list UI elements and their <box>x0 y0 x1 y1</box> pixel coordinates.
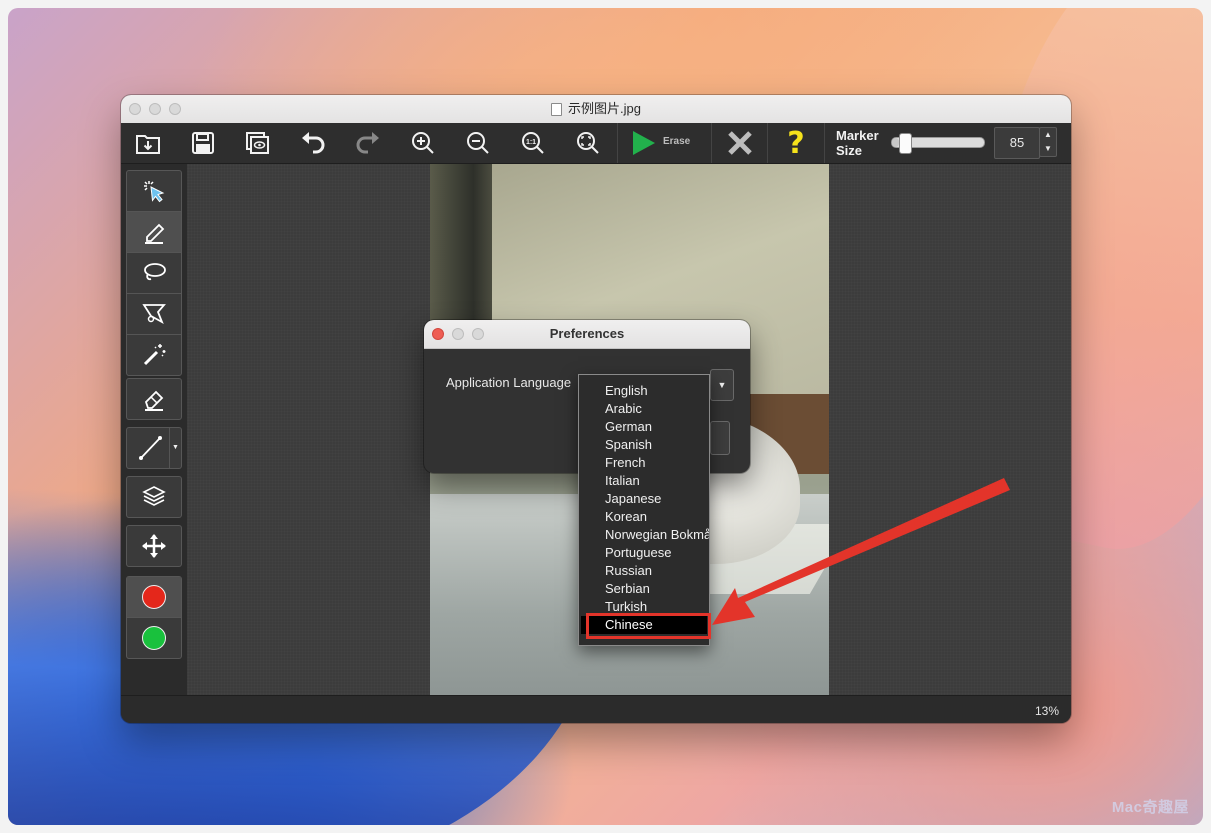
annotation-arrow <box>712 478 1010 625</box>
